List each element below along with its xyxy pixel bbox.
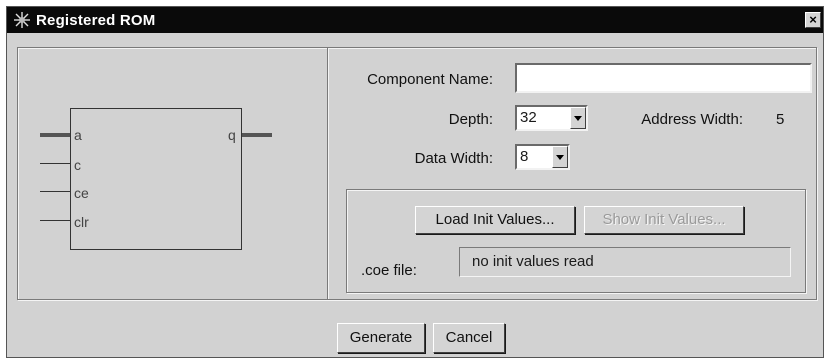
main-panel: a c ce clr q Component Name: Depth: 32 A… — [17, 47, 817, 300]
data-width-label: Data Width: — [414, 150, 493, 167]
depth-select[interactable]: 32 — [515, 105, 588, 131]
pin-label-ce: ce — [74, 185, 89, 201]
init-values-group: Load Init Values... Show Init Values... … — [346, 189, 806, 293]
pin-line-ce — [40, 191, 70, 192]
pin-label-clr: clr — [74, 214, 89, 230]
chevron-down-icon[interactable] — [552, 146, 568, 168]
data-width-select[interactable]: 8 — [515, 144, 570, 170]
close-icon[interactable]: × — [805, 12, 821, 28]
component-name-label: Component Name: — [367, 71, 493, 88]
panel-divider — [327, 48, 329, 299]
pin-label-q: q — [228, 127, 236, 143]
chevron-down-icon[interactable] — [570, 107, 586, 129]
load-init-values-button[interactable]: Load Init Values... — [415, 206, 575, 234]
show-init-values-button[interactable]: Show Init Values... — [584, 206, 744, 234]
depth-label: Depth: — [448, 111, 493, 128]
coe-file-label: .coe file: — [361, 262, 417, 279]
generate-button[interactable]: Generate — [337, 323, 425, 353]
pin-label-c: c — [74, 157, 81, 173]
starburst-icon — [11, 9, 33, 31]
depth-value: 32 — [520, 109, 537, 126]
pin-line-c — [40, 163, 70, 164]
symbol-box — [70, 108, 242, 250]
pin-label-a: a — [74, 127, 82, 143]
component-symbol: a c ce clr q — [18, 48, 327, 301]
component-name-input[interactable] — [515, 63, 812, 93]
dialog-window: Registered ROM × a c ce clr q Component … — [6, 6, 824, 358]
cancel-button[interactable]: Cancel — [433, 323, 505, 353]
pin-line-clr — [40, 220, 70, 221]
address-width-value: 5 — [776, 111, 785, 128]
pin-line-q — [242, 133, 272, 137]
address-width-label: Address Width: — [641, 111, 743, 128]
coe-file-field: no init values read — [459, 247, 791, 277]
data-width-value: 8 — [520, 148, 529, 165]
pin-line-a — [40, 133, 70, 137]
title-bar[interactable]: Registered ROM × — [7, 7, 823, 33]
window-title: Registered ROM — [36, 11, 156, 29]
